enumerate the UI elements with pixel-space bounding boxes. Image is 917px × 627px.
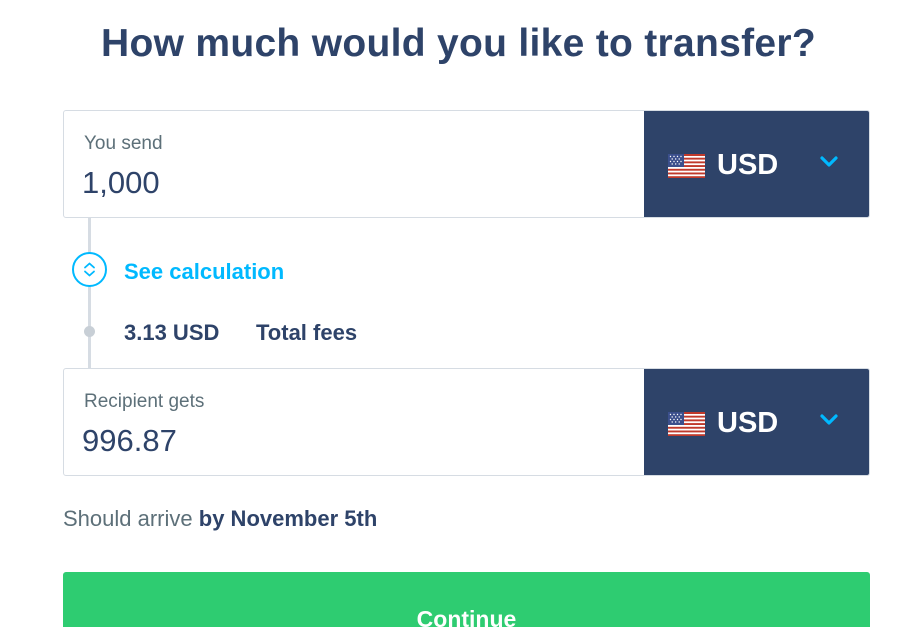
chevron-down-icon — [820, 414, 838, 425]
fee-label: Total fees — [256, 320, 358, 345]
arrival-estimate: Should arrive by November 5th — [63, 506, 377, 532]
send-currency-select[interactable]: USD — [644, 111, 869, 217]
send-amount-input[interactable] — [82, 163, 622, 203]
receive-amount-box: Recipient gets USD — [63, 368, 870, 476]
chevron-up-down-icon — [84, 262, 95, 277]
fee-dot — [84, 326, 95, 337]
page-title: How much would you like to transfer? — [100, 22, 817, 65]
see-calculation-link[interactable]: See calculation — [124, 259, 284, 285]
expand-collapse-icon[interactable] — [72, 252, 107, 287]
arrival-prefix: Should arrive — [63, 506, 193, 531]
fee-timeline — [88, 218, 91, 368]
transfer-page: How much would you like to transfer? You… — [0, 0, 917, 627]
continue-button[interactable]: Continue — [63, 572, 870, 627]
receive-currency-code: USD — [717, 407, 779, 439]
fee-amount: 3.13 USD — [124, 320, 220, 345]
us-flag-icon — [668, 412, 705, 436]
send-currency-code: USD — [717, 149, 779, 181]
chevron-down-icon — [820, 156, 838, 167]
us-flag-icon — [668, 154, 705, 178]
receive-amount-input[interactable] — [82, 421, 622, 461]
send-amount-label: You send — [84, 133, 163, 154]
receive-currency-select[interactable]: USD — [644, 369, 869, 475]
receive-amount-label: Recipient gets — [84, 391, 205, 412]
send-amount-box: You send USD — [63, 110, 870, 218]
arrival-date: by November 5th — [198, 506, 378, 531]
